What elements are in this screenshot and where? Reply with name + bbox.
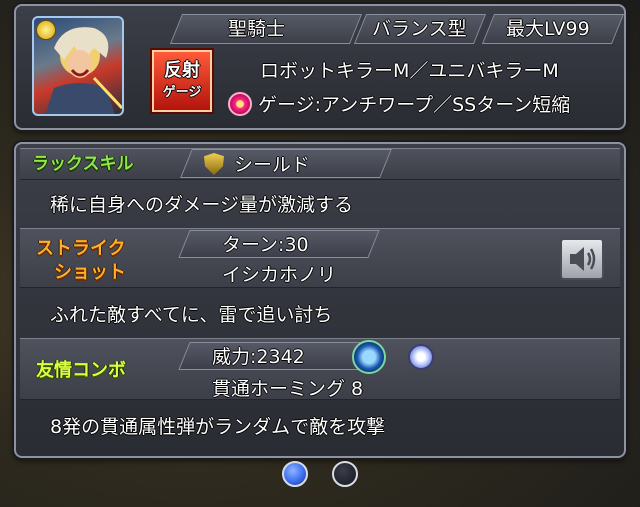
strike-shot-description: ふれた敵すべてに、雷で追い討ち (50, 304, 333, 326)
friend-combo-label: 友情コンボ (36, 360, 126, 381)
badge-text-reflect: 反射 (164, 60, 200, 81)
friend-combo-name: 貫通ホーミング 8 (212, 378, 364, 400)
gauge-ability-icon (228, 92, 252, 116)
type-text: バランス型 (372, 18, 467, 40)
ability-detail-panel: ラックスキル シールド 稀に自身へのダメージ量が激減する ストライク ショット … (14, 142, 626, 458)
homing-combo-icon (352, 340, 386, 374)
friend-combo-power: 威力:2342 (212, 346, 305, 368)
luck-skill-name: シールド (234, 154, 311, 176)
friend-combo-description: 8発の貫通属性弾がランダムで敵を攻撃 (50, 416, 386, 438)
luck-skill-description: 稀に自身へのダメージ量が激減する (50, 194, 354, 216)
character-header-panel: 反射 ゲージ 聖騎士 バランス型 最大LV99 ロボットキラーM／ユニバキラーM… (14, 4, 626, 130)
element-icon (36, 20, 56, 40)
strike-shot-label-line2: ショット (54, 262, 126, 283)
gauge-text: ゲージ:アンチワープ／SSターン短縮 (258, 94, 571, 116)
badge-text-gauge: ゲージ (162, 85, 202, 100)
page-indicator-1[interactable] (282, 461, 308, 487)
strike-shot-label-line1: ストライク (36, 238, 126, 259)
max-level-text: 最大LV99 (506, 18, 590, 40)
tribe-text: 聖騎士 (228, 18, 286, 40)
speaker-icon (570, 247, 596, 271)
sub-combo-icon (408, 344, 434, 370)
reflect-gauge-badge: 反射 ゲージ (152, 50, 212, 112)
page-indicator-2[interactable] (332, 461, 358, 487)
character-portrait[interactable] (32, 16, 124, 116)
luck-skill-label: ラックスキル (32, 154, 134, 174)
voice-button[interactable] (560, 238, 604, 280)
strike-shot-name: イシカホノリ (222, 264, 337, 286)
killer-text: ロボットキラーM／ユニバキラーM (260, 60, 559, 82)
strike-shot-turns: ターン:30 (222, 234, 309, 256)
